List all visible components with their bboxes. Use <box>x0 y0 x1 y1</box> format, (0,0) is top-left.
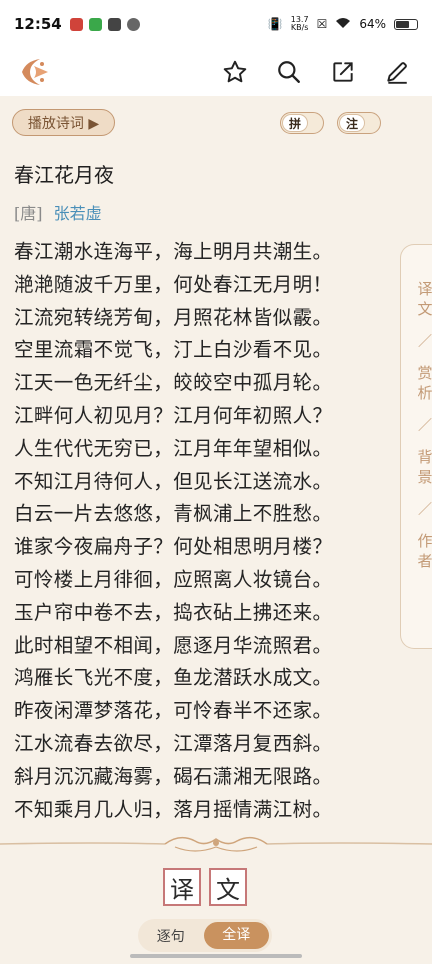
translation-title-char: 译 <box>163 868 201 906</box>
poem-dynasty: [唐] <box>14 204 43 223</box>
search-icon[interactable] <box>274 57 304 87</box>
side-nav-separator: ／ <box>418 502 432 518</box>
annotation-toggle-label: 注 <box>339 114 365 132</box>
poem-line: 江天一色无纤尘，皎皎空中孤月轮。 <box>14 371 333 395</box>
side-nav-char: 背 <box>417 448 432 466</box>
side-nav-char: 析 <box>417 384 432 402</box>
poem-title: 春江花月夜 <box>14 163 114 187</box>
notification-icons <box>69 17 140 31</box>
poem-line: 江流宛转绕芳甸，月照花林皆似霰。 <box>14 305 333 329</box>
battery-percent: 64% <box>359 17 386 31</box>
side-nav-separator: ／ <box>418 418 432 434</box>
poem-line: 昨夜闲潭梦落花，可怜春半不还家。 <box>14 699 333 723</box>
poem-line: 此时相望不相闻，愿逐月华流照君。 <box>14 633 333 657</box>
sync-notification-icon <box>126 17 140 31</box>
system-icons: 📳 13.7 KB/s ☒ 64% <box>268 16 418 32</box>
poem-line: 鸿雁长飞光不度，鱼龙潜跃水成文。 <box>14 666 333 690</box>
star-icon[interactable] <box>220 57 250 87</box>
poem-line: 玉户帘中卷不去，捣衣砧上拂还来。 <box>14 600 333 624</box>
poem-author-line: [唐] 张若虚 <box>14 200 102 224</box>
pinyin-toggle[interactable]: 拼 <box>280 112 324 134</box>
annotation-toggle[interactable]: 注 <box>337 112 381 134</box>
battery-icon <box>394 18 418 30</box>
poem-line: 可怜楼上月徘徊，应照离人妆镜台。 <box>14 567 333 591</box>
poem-author-link[interactable]: 张若虚 <box>54 204 102 223</box>
poem-line: 人生代代无穷已，江月年年望相似。 <box>14 436 333 460</box>
section-side-nav: 译 文 ／ 赏 析 ／ 背 景 ／ 作 者 <box>400 244 432 649</box>
vibrate-icon: 📳 <box>267 17 283 31</box>
side-nav-char: 译 <box>417 280 432 298</box>
side-nav-author[interactable]: 作 者 <box>416 531 432 571</box>
poem-line: 空里流霜不觉飞，汀上白沙看不见。 <box>14 338 333 362</box>
close-box-icon: ☒ <box>316 17 328 31</box>
edit-icon[interactable] <box>382 57 412 87</box>
poem-line: 斜月沉沉藏海雾，碣石潇湘无限路。 <box>14 764 333 788</box>
poem-page: 播放诗词 ▶ 拼 注 春江花月夜 [唐] 张若虚 春江潮水连海平，海上明月共潮生… <box>0 96 432 964</box>
poem-line: 春江潮水连海平，海上明月共潮生。 <box>14 240 333 263</box>
poem-line: 滟滟随波千万里，何处春江无月明！ <box>14 272 333 296</box>
translation-mode-switch: 逐句 全译 <box>138 919 272 952</box>
header-actions <box>220 57 418 87</box>
side-nav-separator: ／ <box>418 334 432 350</box>
side-nav-char: 文 <box>417 300 432 318</box>
clock: 12:54 <box>14 15 62 33</box>
poem-line: 不知江月待何人，但见长江送流水。 <box>14 469 333 493</box>
poem-body: 春江潮水连海平，海上明月共潮生。 滟滟随波千万里，何处春江无月明！ 江流宛转绕芳… <box>14 236 344 826</box>
side-nav-background[interactable]: 背 景 <box>416 447 432 487</box>
network-speed: 13.7 KB/s <box>291 16 309 32</box>
poem-line: 白云一片去悠悠，青枫浦上不胜愁。 <box>14 502 333 526</box>
translation-section-title: 译 文 <box>163 868 247 906</box>
ornamental-divider <box>0 829 432 859</box>
line-by-line-option[interactable]: 逐句 <box>138 926 204 946</box>
translation-title-char: 文 <box>209 868 247 906</box>
side-nav-char: 景 <box>417 468 432 486</box>
poem-line: 谁家今夜扁舟子？何处相思明月楼？ <box>14 535 333 559</box>
full-translation-option[interactable]: 全译 <box>203 922 269 949</box>
side-nav-translation[interactable]: 译 文 <box>416 279 432 319</box>
side-nav-char: 作 <box>417 532 432 550</box>
poem-line: 江水流春去欲尽，江潭落月复西斜。 <box>14 731 333 755</box>
app-notification-icon <box>69 17 83 31</box>
gallery-notification-icon <box>107 17 121 31</box>
gesture-nav-bar[interactable] <box>130 954 302 958</box>
share-icon[interactable] <box>328 57 358 87</box>
poem-line: 不知乘月几人归，落月摇情满江树。 <box>14 797 333 821</box>
poem-line: 江畔何人初见月？江月何年初照人？ <box>14 403 333 427</box>
network-speed-unit: KB/s <box>290 23 309 32</box>
side-nav-appreciation[interactable]: 赏 析 <box>416 363 432 403</box>
side-nav-char: 者 <box>417 552 432 570</box>
side-nav-char: 赏 <box>417 364 432 382</box>
status-bar: 12:54 📳 13.7 KB/s ☒ 64% <box>0 0 432 48</box>
wifi-icon <box>335 17 351 32</box>
pinyin-toggle-label: 拼 <box>282 114 308 132</box>
app-header <box>0 48 432 96</box>
play-poem-button[interactable]: 播放诗词 ▶ <box>12 109 115 136</box>
app-logo-icon[interactable] <box>14 52 54 92</box>
wechat-notification-icon <box>88 17 102 31</box>
